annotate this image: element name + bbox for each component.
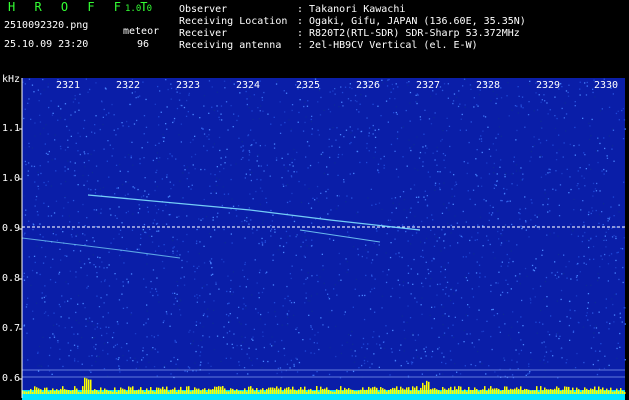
x-tick-label: 2329 [535, 80, 561, 91]
info-value: : 2el-HB9CV Vertical (el. E-W) [297, 40, 478, 51]
x-tick-label: 2324 [235, 80, 261, 91]
y-tick-label: 0.8 [2, 273, 21, 284]
x-tick-label: 2327 [415, 80, 441, 91]
info-value: : Takanori Kawachi [297, 4, 406, 15]
y-tick-label: 0.7 [2, 323, 21, 334]
timestamp: 25.10.09 23:20 [4, 39, 89, 50]
spectrogram-canvas [19, 78, 626, 400]
app-version: 1.0.0 [125, 4, 153, 14]
meteor-count: 96 [137, 39, 150, 50]
x-tick-label: 2330 [593, 80, 619, 91]
info-value: : Ogaki, Gifu, JAPAN (136.60E, 35.35N) [297, 16, 526, 27]
info-row-observer: Observer : Takanori Kawachi [179, 4, 405, 15]
info-row-receiver: Receiver : R820T2(RTL-SDR) SDR-Sharp 53.3… [179, 28, 520, 39]
file-name: 2510092320.png [4, 20, 89, 31]
info-label: Observer [179, 4, 228, 15]
x-tick-label: 2323 [175, 80, 201, 91]
y-tick-label: 0.9 [2, 223, 21, 234]
y-tick-label: 1.0 [2, 173, 21, 184]
info-row-antenna: Receiving antenna : 2el-HB9CV Vertical (e… [179, 40, 478, 51]
x-tick-label: 2325 [295, 80, 321, 91]
info-row-location: Receiving Location : Ogaki, Gifu, JAPAN (… [179, 16, 526, 27]
info-label: Receiving Location [179, 16, 288, 27]
meteor-label: meteor [123, 26, 160, 37]
frequency-unit-label: kHz [2, 74, 21, 85]
y-tick-label: 0.6 [2, 373, 21, 384]
spectrogram-background [22, 78, 625, 398]
x-tick-label: 2322 [115, 80, 141, 91]
info-value: : R820T2(RTL-SDR) SDR-Sharp 53.372MHz [297, 28, 520, 39]
x-tick-label: 2328 [475, 80, 501, 91]
info-label: Receiving antenna [179, 40, 282, 51]
x-tick-label: 2321 [55, 80, 81, 91]
info-label: Receiver [179, 28, 228, 39]
y-tick-label: 1.1 [2, 123, 21, 134]
x-tick-label: 2326 [355, 80, 381, 91]
